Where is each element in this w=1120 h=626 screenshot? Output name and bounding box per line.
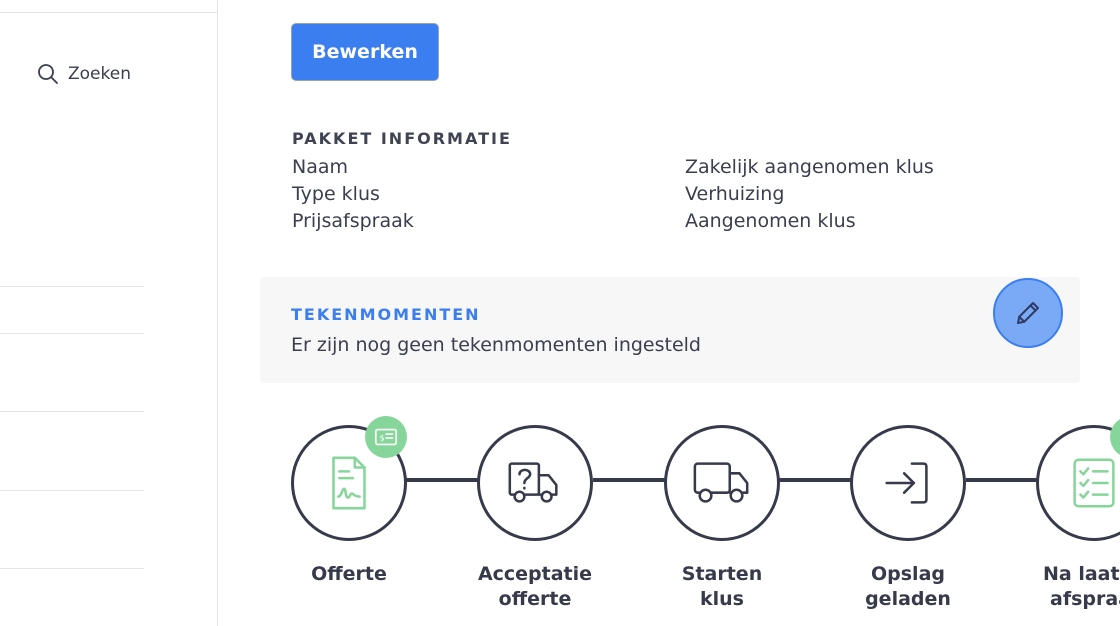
step-label-offerte: Offerte	[269, 562, 429, 587]
sign-in-icon	[885, 462, 928, 504]
step-label-acceptatie: Acceptatie offerte	[455, 562, 615, 612]
pakket-value-prijs: Aangenomen klus	[685, 210, 856, 232]
sidebar-divider	[0, 490, 144, 491]
step-label-line2: geladen	[865, 588, 951, 610]
timeline-step-na-laatste[interactable]	[1036, 425, 1120, 541]
step-label-line2: klus	[700, 588, 744, 610]
pakket-key-prijs: Prijsafspraak	[292, 210, 414, 232]
money-card-icon: $	[374, 428, 398, 446]
timeline-step-starten[interactable]	[664, 425, 780, 541]
pakket-key-naam: Naam	[292, 156, 349, 178]
timeline-connector	[779, 478, 853, 482]
timeline-step-opslag[interactable]	[850, 425, 966, 541]
checklist-icon	[1073, 458, 1115, 508]
step-label-line1: Starten	[681, 563, 763, 585]
step-label-line1: Offerte	[311, 563, 387, 585]
step-label-line1: Na laats	[1043, 563, 1120, 585]
svg-text:$: $	[380, 433, 385, 443]
tekenmomenten-title: TEKENMOMENTEN	[291, 305, 481, 324]
tekenmomenten-empty-text: Er zijn nog geen tekenmomenten ingesteld	[291, 334, 701, 356]
truck-question-icon	[508, 462, 558, 503]
step-label-line1: Opslag	[871, 563, 945, 585]
sidebar-divider	[0, 568, 144, 569]
pakket-key-type: Type klus	[292, 183, 380, 205]
edit-tekenmomenten-button[interactable]	[993, 278, 1063, 348]
step-label-line1: Acceptatie	[477, 563, 593, 585]
step-label-line2: afspraa	[1050, 588, 1120, 610]
search-icon	[38, 64, 58, 84]
step-label-starten: Starten klus	[642, 562, 802, 612]
pakket-info-keys: Naam Type klus Prijsafspraak	[292, 154, 414, 235]
search-label: Zoeken	[68, 64, 131, 84]
pakket-value-naam: Zakelijk aangenomen klus	[685, 156, 934, 178]
sidebar-divider	[0, 333, 144, 334]
search-button[interactable]: Zoeken	[36, 62, 131, 86]
sidebar-divider	[0, 411, 144, 412]
sidebar: Zoeken	[0, 0, 218, 626]
pakket-value-type: Verhuizing	[685, 183, 785, 205]
quote-badge: $	[365, 416, 407, 458]
timeline-connector	[593, 478, 667, 482]
timeline-step-acceptatie[interactable]	[477, 425, 593, 541]
step-label-na-laatste: Na laats afspraa	[1014, 562, 1120, 612]
tekenmomenten-panel: TEKENMOMENTEN Er zijn nog geen tekenmome…	[260, 277, 1080, 383]
truck-icon	[693, 462, 749, 503]
timeline-connector	[966, 478, 1040, 482]
sidebar-divider	[0, 286, 144, 287]
edit-button[interactable]: Bewerken	[291, 23, 439, 81]
pencil-icon	[1017, 302, 1039, 324]
step-label-opslag: Opslag geladen	[828, 562, 988, 612]
sidebar-top-divider	[0, 12, 217, 13]
pakket-info-title: PAKKET INFORMATIE	[292, 129, 512, 148]
pakket-info-values: Zakelijk aangenomen klus Verhuizing Aang…	[685, 154, 934, 235]
document-icon	[332, 456, 366, 510]
timeline-connector	[406, 478, 480, 482]
step-label-line2: offerte	[498, 588, 572, 610]
